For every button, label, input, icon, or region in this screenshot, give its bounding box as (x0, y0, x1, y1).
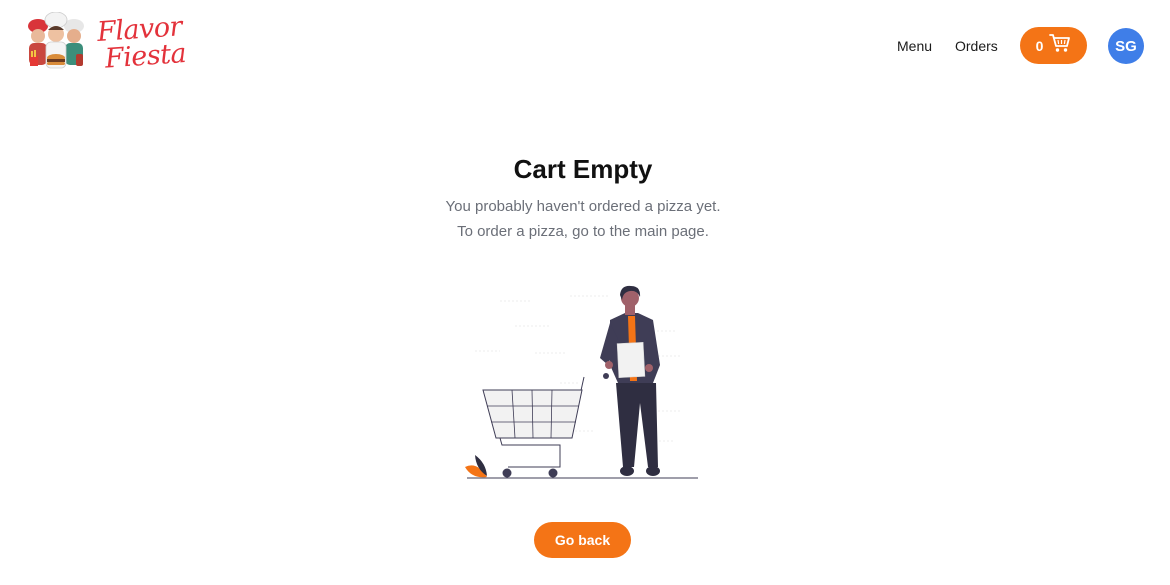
cart-button[interactable]: 0 (1020, 27, 1087, 64)
user-avatar[interactable]: SG (1108, 28, 1144, 64)
nav-menu-link[interactable]: Menu (897, 38, 932, 54)
page-title: Cart Empty (513, 154, 653, 184)
chefs-logo-image (24, 11, 88, 74)
brand-logo[interactable]: Flavor Fiesta (24, 11, 188, 75)
brand-name-line2: Fiesta (103, 37, 188, 75)
nav-orders-link[interactable]: Orders (955, 38, 998, 54)
header: Flavor Fiesta Menu Orders 0 SG (0, 0, 1170, 90)
empty-cart-message-1: You probably haven't ordered a pizza yet… (445, 198, 721, 215)
go-back-button[interactable]: Go back (534, 522, 631, 558)
empty-cart-message-2: To order a pizza, go to the main page. (457, 223, 709, 240)
empty-cart-illustration (460, 283, 705, 488)
cart-count: 0 (1035, 37, 1044, 54)
cart-icon (1049, 33, 1071, 58)
brand-name: Flavor Fiesta (96, 11, 188, 75)
